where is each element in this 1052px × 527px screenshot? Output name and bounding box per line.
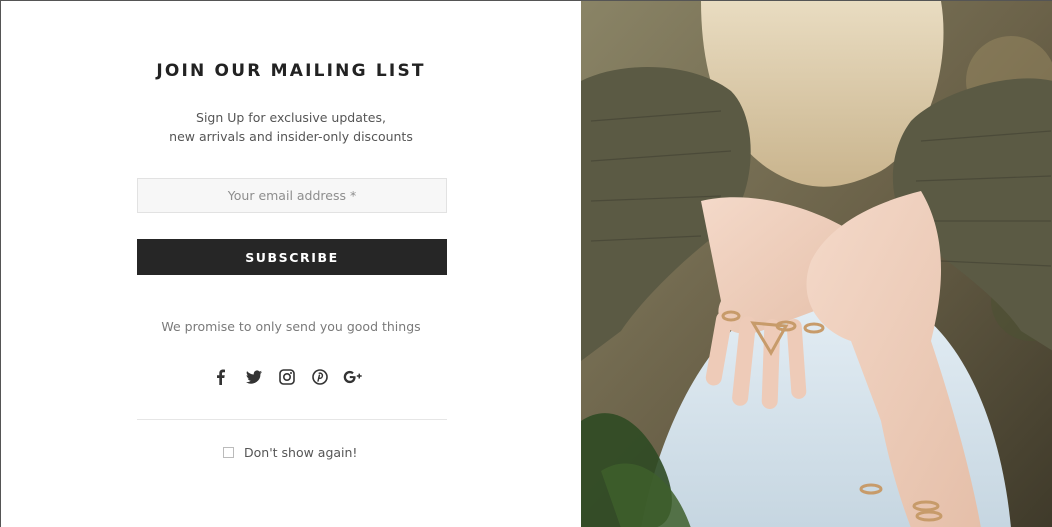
dont-show-again-toggle[interactable]: Don't show again! <box>223 445 357 460</box>
hero-photo <box>581 1 1052 527</box>
popup-title: JOIN OUR MAILING LIST <box>156 61 426 81</box>
dont-show-label: Don't show again! <box>244 445 358 460</box>
promise-text: We promise to only send you good things <box>161 319 421 334</box>
subtitle-line-2: new arrivals and insider-only discounts <box>169 129 413 144</box>
instagram-icon[interactable] <box>270 367 303 387</box>
twitter-icon[interactable] <box>237 367 270 387</box>
woman-with-rings-photo <box>581 1 1052 527</box>
facebook-icon[interactable] <box>204 367 237 387</box>
newsletter-popup: JOIN OUR MAILING LIST Sign Up for exclus… <box>0 0 1052 527</box>
dont-show-checkbox[interactable] <box>223 447 234 458</box>
pinterest-icon[interactable] <box>303 367 336 387</box>
popup-subtitle: Sign Up for exclusive updates, new arriv… <box>1 108 581 146</box>
subscribe-button[interactable]: SUBSCRIBE <box>137 239 447 275</box>
google-plus-icon[interactable] <box>336 367 369 387</box>
email-input[interactable] <box>137 178 447 213</box>
signup-panel: JOIN OUR MAILING LIST Sign Up for exclus… <box>1 1 581 527</box>
social-links <box>204 367 369 387</box>
divider <box>137 419 447 420</box>
subtitle-line-1: Sign Up for exclusive updates, <box>196 110 386 125</box>
